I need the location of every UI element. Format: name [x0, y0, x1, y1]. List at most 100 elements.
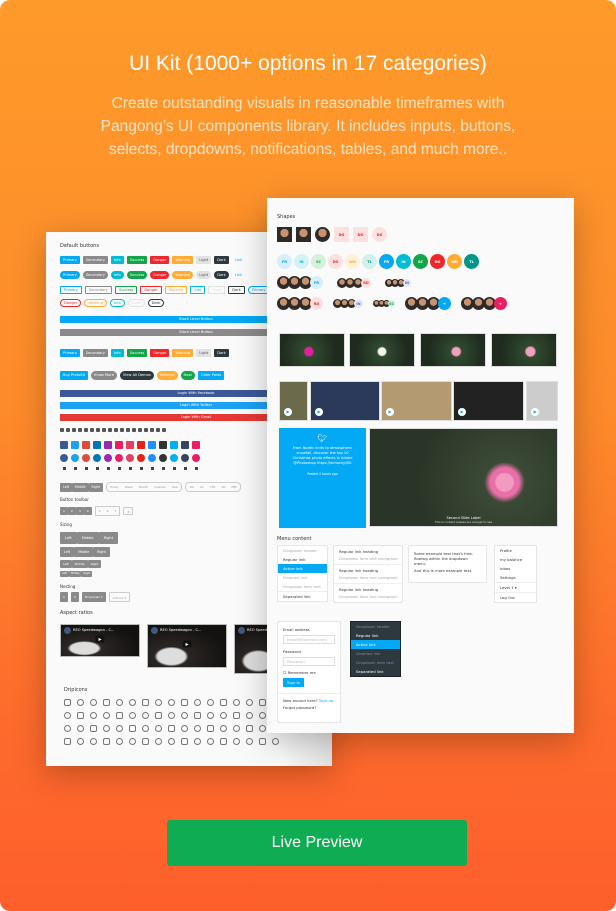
button-info[interactable]: Info — [110, 256, 124, 264]
gallery-image[interactable] — [349, 333, 415, 367]
social-circle-icon[interactable] — [159, 454, 167, 462]
video-gallery-item[interactable]: ▶ — [381, 381, 452, 421]
period-button[interactable]: Week — [122, 483, 136, 491]
social-circle-icon[interactable] — [137, 454, 145, 462]
play-icon[interactable]: ▶ — [95, 635, 105, 643]
social-plain-icon[interactable] — [183, 467, 187, 470]
social-circle-icon[interactable] — [93, 454, 101, 462]
sign-up-link[interactable]: Sign up — [319, 698, 333, 703]
button-success[interactable]: Success — [126, 256, 148, 264]
dropdown-item[interactable]: Level 1 ▾ — [495, 582, 536, 592]
button-dark[interactable]: Dark — [214, 349, 229, 357]
button-info[interactable]: Info — [110, 271, 124, 279]
toolbar-button[interactable]: 3 — [75, 507, 84, 515]
dropdown-item[interactable]: my balance — [495, 555, 536, 564]
dropdown-heading-item[interactable]: Regular link heading Dropdown item text p… — [334, 546, 402, 564]
group-button[interactable]: Right — [98, 532, 119, 544]
button-info[interactable]: Info — [110, 349, 124, 357]
toolbar-button[interactable]: 5 — [96, 507, 104, 515]
button-light[interactable]: Light — [196, 271, 212, 279]
social-square-icon[interactable] — [170, 441, 178, 449]
button-warning[interactable]: Warning — [172, 349, 194, 357]
social-plain-icon[interactable] — [106, 467, 110, 470]
icon-button[interactable]: Older Posts — [197, 371, 225, 380]
range-button[interactable]: MM — [228, 483, 239, 491]
icon-button[interactable]: Next — [180, 371, 195, 380]
group-button[interactable]: Middle — [71, 560, 88, 568]
social-plain-icon[interactable] — [62, 467, 66, 470]
video-gallery-item[interactable]: ▶ — [453, 381, 524, 421]
social-circle-icon[interactable] — [82, 454, 90, 462]
social-icon[interactable] — [72, 428, 76, 432]
button-light[interactable]: Light — [196, 349, 212, 357]
button-light[interactable]: Light — [208, 286, 226, 294]
button-danger[interactable]: Danger — [150, 256, 170, 264]
toolbar-button[interactable]: 8 — [123, 507, 134, 515]
dropdown-item[interactable]: Settings — [495, 573, 536, 582]
social-icon[interactable] — [78, 428, 82, 432]
social-circle-icon[interactable] — [71, 454, 79, 462]
gallery-image[interactable] — [279, 333, 345, 367]
button-light[interactable]: Light — [196, 256, 212, 264]
dropdown-item[interactable]: Regular link — [278, 555, 327, 564]
group-button[interactable]: Left — [60, 532, 77, 544]
button-primary[interactable]: Primary — [60, 349, 80, 357]
social-square-icon[interactable] — [192, 441, 200, 449]
group-button[interactable]: Middle — [74, 547, 94, 557]
social-square-icon[interactable] — [71, 441, 79, 449]
social-square-icon[interactable] — [60, 441, 68, 449]
social-circle-icon[interactable] — [170, 454, 178, 462]
social-icon[interactable] — [132, 428, 136, 432]
social-square-icon[interactable] — [82, 441, 90, 449]
social-icon[interactable] — [84, 428, 88, 432]
button-dark[interactable]: Dark — [214, 271, 229, 279]
gallery-image[interactable] — [491, 333, 557, 367]
social-circle-icon[interactable] — [104, 454, 112, 462]
icon-button[interactable]: Know More — [91, 371, 117, 380]
group-button[interactable]: Middle — [72, 482, 89, 492]
dropdown-item[interactable]: Regular link — [351, 631, 400, 640]
dropdown-item[interactable]: Dropdown item text — [351, 658, 400, 667]
remember-checkbox[interactable]: ☐ Remember me — [283, 669, 335, 676]
social-icon[interactable] — [162, 428, 166, 432]
social-square-icon[interactable] — [181, 441, 189, 449]
social-square-icon[interactable] — [93, 441, 101, 449]
social-plain-icon[interactable] — [161, 467, 165, 470]
button-link[interactable]: Link — [232, 256, 245, 264]
password-input[interactable]: Password — [283, 657, 335, 666]
group-button[interactable]: Middle — [68, 571, 82, 577]
social-circle-icon[interactable] — [192, 454, 200, 462]
button-secondary[interactable]: Secondary — [82, 256, 108, 264]
period-button[interactable]: Quarter — [151, 483, 169, 491]
dropdown-item[interactable]: Log Out — [495, 592, 536, 602]
group-button[interactable]: Left — [60, 547, 75, 557]
sign-in-button[interactable]: Sign in — [283, 678, 304, 687]
social-icon[interactable] — [114, 428, 118, 432]
social-icon[interactable] — [120, 428, 124, 432]
carousel-slide[interactable]: Second Slide Label This is content passe… — [369, 428, 558, 527]
social-icon[interactable] — [66, 428, 70, 432]
social-square-icon[interactable] — [115, 441, 123, 449]
toolbar-button[interactable]: 1 — [60, 507, 68, 515]
button-primary[interactable]: Primary — [60, 286, 82, 294]
social-plain-icon[interactable] — [128, 467, 132, 470]
social-circle-icon[interactable] — [60, 454, 68, 462]
social-icon[interactable] — [138, 428, 142, 432]
social-plain-icon[interactable] — [172, 467, 176, 470]
period-button[interactable]: Year — [169, 483, 181, 491]
social-icon[interactable] — [144, 428, 148, 432]
social-plain-icon[interactable] — [194, 467, 198, 470]
button-danger[interactable]: Danger — [150, 349, 170, 357]
social-square-icon[interactable] — [148, 441, 156, 449]
video-thumbnail[interactable]: REO Speedwagon - C... ▶ — [147, 624, 227, 668]
button-danger[interactable]: Danger — [150, 271, 170, 279]
dropdown-item[interactable]: Active link — [351, 640, 400, 649]
period-button[interactable]: Today — [107, 483, 122, 491]
button-primary[interactable]: Primary — [60, 271, 80, 279]
button-secondary[interactable]: Secondary — [82, 349, 108, 357]
dropdown-item[interactable]: Active link — [278, 564, 327, 573]
dropdown-item[interactable]: Separated link — [351, 667, 400, 676]
group-button[interactable]: Right — [88, 482, 103, 492]
social-plain-icon[interactable] — [139, 467, 143, 470]
social-icon[interactable] — [126, 428, 130, 432]
